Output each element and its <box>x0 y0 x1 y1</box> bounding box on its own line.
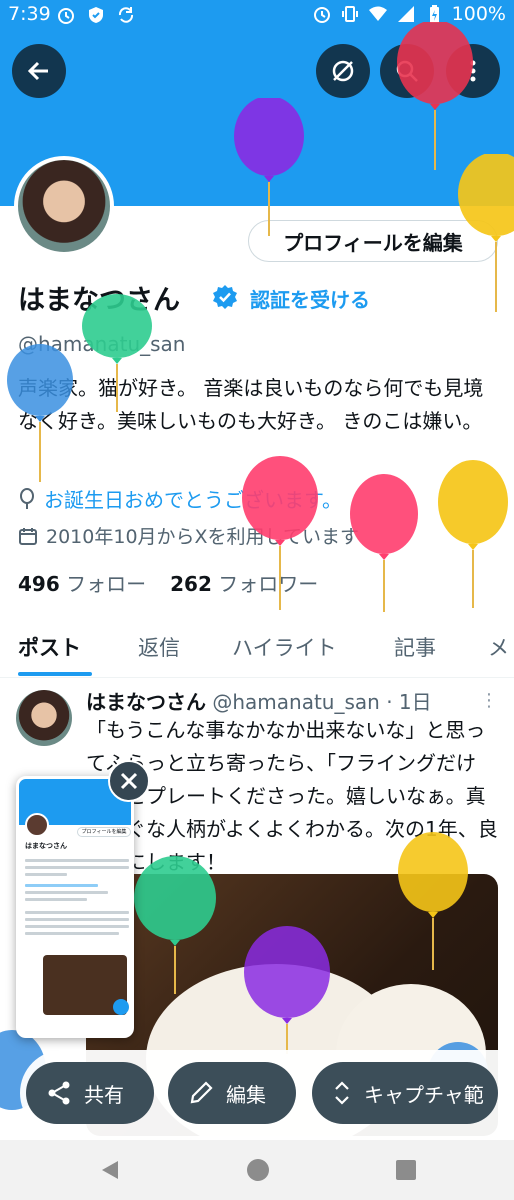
recents-nav-icon[interactable] <box>394 1158 418 1182</box>
back-nav-icon[interactable] <box>98 1158 122 1182</box>
edit-label: 編集 <box>226 1082 266 1107</box>
calendar-icon <box>19 527 37 545</box>
tab-replies[interactable]: 返信 <box>138 632 180 662</box>
preview-avatar <box>25 813 49 837</box>
post-header: はまなつさん @hamanatu_san · 1日 <box>86 686 432 715</box>
close-icon <box>120 772 138 790</box>
pencil-icon <box>190 1081 213 1104</box>
edit-button[interactable]: 編集 <box>168 1062 296 1124</box>
balloon-purple <box>244 926 330 1054</box>
balloon-pink <box>242 456 318 610</box>
balloon-red <box>350 474 418 612</box>
screenshot-action-bar: 共有 編集 キャプチャ範 <box>20 1050 514 1136</box>
preview-text-lines <box>25 859 129 939</box>
grok-icon <box>332 60 354 82</box>
preview-edit-button: プロフィールを編集 <box>77 827 131 837</box>
post-avatar[interactable] <box>16 690 72 746</box>
balloon-red <box>397 22 473 170</box>
tab-posts[interactable]: ポスト <box>18 632 81 662</box>
balloon-green <box>134 856 216 994</box>
profile-tabs: ポスト 返信 ハイライト 記事 メ <box>0 622 514 678</box>
share-label: 共有 <box>84 1082 124 1107</box>
verified-badge-icon <box>213 285 237 309</box>
preview-name: はまなつさん <box>25 842 67 850</box>
expand-icon <box>335 1081 349 1105</box>
alarm-icon <box>58 8 74 24</box>
signal-icon <box>397 6 414 22</box>
tab-highlights[interactable]: ハイライト <box>232 632 337 662</box>
close-preview-button[interactable] <box>108 760 150 802</box>
get-verified-link[interactable]: 認証を受ける <box>250 284 370 313</box>
alarm-icon <box>313 7 330 23</box>
post-author-name[interactable]: はまなつさん <box>86 690 206 714</box>
home-nav-icon[interactable] <box>246 1158 270 1182</box>
profile-avatar[interactable] <box>14 156 114 256</box>
tab-articles[interactable]: 記事 <box>394 632 436 662</box>
screenshot-preview[interactable]: プロフィールを編集 はまなつさん <box>16 776 134 1038</box>
share-icon <box>48 1081 70 1105</box>
preview-nav <box>19 1021 131 1035</box>
balloon-yellow <box>458 154 514 312</box>
status-time: 7:39 <box>8 3 51 25</box>
balloon-blue <box>7 344 73 482</box>
balloon-purple <box>234 98 304 236</box>
following-label: フォロー <box>66 572 147 596</box>
system-nav-bar <box>0 1140 514 1200</box>
preview-fab <box>113 999 129 1015</box>
grok-button[interactable] <box>316 44 370 98</box>
balloon-yellow <box>438 460 508 608</box>
balloon-outline-icon <box>20 487 34 509</box>
wifi-icon <box>368 6 387 21</box>
tab-media[interactable]: メ <box>488 632 509 662</box>
vibrate-icon <box>341 6 358 22</box>
back-arrow-icon <box>27 61 48 81</box>
balloon-yellow <box>398 832 468 970</box>
post-handle-time: @hamanatu_san · 1日 <box>212 690 432 714</box>
shield-icon <box>89 7 103 23</box>
capture-label: キャプチャ範 <box>364 1082 484 1107</box>
active-tab-indicator <box>18 672 92 676</box>
back-button[interactable] <box>12 44 66 98</box>
post-more-icon[interactable]: ⋮ <box>480 690 498 711</box>
following-link[interactable]: 496 フォロー <box>18 568 146 597</box>
sync-icon <box>118 7 134 23</box>
followers-count: 262 <box>170 572 212 596</box>
share-button[interactable]: 共有 <box>26 1062 154 1124</box>
battery-icon <box>429 5 439 23</box>
following-count: 496 <box>18 572 60 596</box>
capture-more-button[interactable]: キャプチャ範 <box>312 1062 498 1124</box>
balloon-green <box>82 294 152 412</box>
